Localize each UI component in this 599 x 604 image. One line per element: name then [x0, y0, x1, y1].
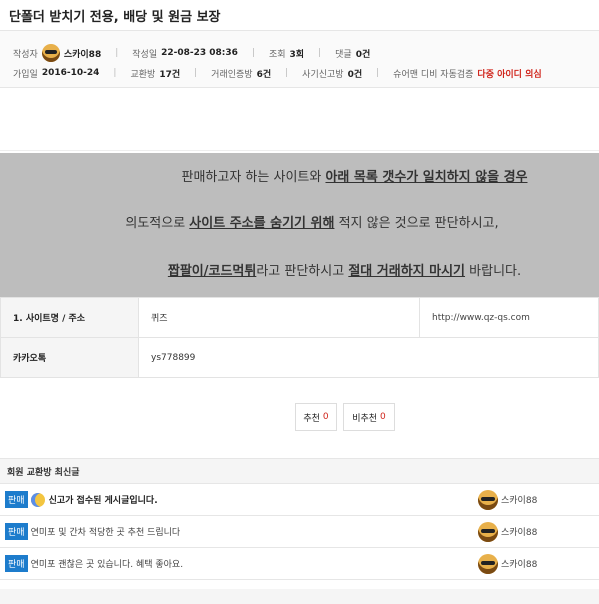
notice-text: 판매하고자 하는 사이트와: [181, 170, 326, 185]
post-body-blank: [0, 88, 599, 151]
list-item[interactable]: 판매 신고가 접수된 게시글입니다. 스카이88: [0, 484, 599, 516]
recent-posts-list: 판매 신고가 접수된 게시글입니다. 스카이88 판매 연미포 및 간차 적당한…: [0, 484, 599, 580]
exchange-label: 교환방: [130, 69, 156, 80]
item-author[interactable]: 스카이88: [478, 489, 538, 510]
comments-label: 댓글: [335, 49, 352, 60]
author-name: 스카이88: [501, 560, 538, 570]
warning-notice: 판매하고자 하는 사이트와 아래 목록 갯수가 일치하지 않을 경우 의도적으로…: [0, 153, 599, 297]
notice-emphasis: 짭팔이/코드먹튀: [167, 264, 257, 279]
comment-count: 0건: [355, 49, 371, 60]
not-recommend-button[interactable]: 비추천 0: [343, 403, 395, 431]
item-title[interactable]: 연미포 괜찮은 곳 있습니다. 혜택 좋아요.: [31, 557, 184, 570]
fraud-count: 0건: [347, 69, 363, 80]
list-item[interactable]: 판매 연미포 및 간차 적당한 곳 추천 드립니다 스카이88: [0, 516, 599, 548]
notice-line-2: 의도적으로 사이트 주소를 숨기기 위해 적지 않은 것으로 판단하시고,: [0, 212, 599, 231]
trade-proof-count: 6건: [256, 69, 272, 80]
separator: |: [113, 68, 117, 78]
site-row: 1. 사이트명 / 주소 퀴즈 http://www.qz-qs.com: [0, 297, 599, 338]
separator: |: [251, 48, 255, 58]
item-title[interactable]: 신고가 접수된 게시글입니다.: [49, 493, 158, 506]
recent-posts-heading: 회원 교환방 최신글: [0, 458, 599, 484]
not-recommend-count: 0: [380, 412, 386, 422]
sale-badge: 판매: [5, 555, 28, 572]
notice-line-3: 짭팔이/코드먹튀라고 판단하시고 절대 거래하지 마시기 바랍니다.: [0, 260, 599, 279]
post-date: 22-08-23 08:36: [161, 48, 238, 58]
author-name: 스카이88: [501, 496, 538, 506]
kakao-row: 카카오톡 ys778899: [0, 337, 599, 378]
not-recommend-label: 비추천: [352, 413, 378, 424]
joined-date: 2016-10-24: [41, 68, 100, 78]
notice-text: 적지 않은 것으로 판단하시고,: [334, 216, 499, 231]
notice-text: 바랍니다.: [465, 264, 522, 279]
author-avatar: [478, 489, 498, 510]
site-info-table: 1. 사이트명 / 주소 퀴즈 http://www.qz-qs.com 카카오…: [0, 297, 599, 378]
view-count: 3회: [289, 49, 305, 60]
kakao-label: 카카오톡: [0, 337, 139, 378]
item-title[interactable]: 연미포 및 간차 적당한 곳 추천 드립니다: [31, 525, 181, 538]
separator: |: [194, 68, 198, 78]
exchange-count: 17건: [159, 69, 181, 80]
fraud-label: 사기신고방: [302, 69, 344, 80]
author-name[interactable]: 스카이88: [64, 47, 101, 60]
notice-line-1: 판매하고자 하는 사이트와 아래 목록 갯수가 일치하지 않을 경우: [0, 166, 599, 185]
auto-check-result: 다중 아이디 의심: [477, 69, 542, 80]
meta-row-2: 가입일 2016-10-24 | 교환방 17건 | 거래인증방 6건 | 사기…: [13, 63, 599, 83]
trade-proof-label: 거래인증방: [211, 69, 253, 80]
sale-badge: 판매: [5, 523, 28, 540]
views-label: 조회: [268, 49, 286, 60]
item-author[interactable]: 스카이88: [478, 521, 538, 542]
recommend-count: 0: [322, 412, 329, 422]
recommend-label: 추천: [303, 413, 320, 424]
site-label: 1. 사이트명 / 주소: [0, 297, 139, 338]
notice-emphasis: 사이트 주소를 숨기기 위해: [189, 216, 335, 231]
joined-label: 가입일: [13, 69, 38, 80]
author-avatar: [478, 553, 498, 574]
author-label: 작성자: [13, 49, 38, 60]
post-title: 단폴더 받치기 전용, 배당 및 원금 보장: [0, 0, 599, 31]
site-url[interactable]: http://www.qz-qs.com: [419, 297, 599, 338]
sale-badge: 판매: [5, 491, 28, 508]
notice-emphasis: 아래 목록 갯수가 일치하지 않을 경우: [325, 170, 528, 185]
separator: |: [376, 68, 380, 78]
vote-buttons: 추천 0 비추천 0: [295, 403, 395, 431]
item-author[interactable]: 스카이88: [478, 553, 538, 574]
author-avatar[interactable]: [41, 44, 60, 62]
list-item[interactable]: 판매 연미포 괜찮은 곳 있습니다. 혜택 좋아요. 스카이88: [0, 548, 599, 580]
date-label: 작성일: [132, 49, 158, 60]
recommend-button[interactable]: 추천 0: [295, 403, 337, 431]
separator: |: [285, 68, 289, 78]
notice-text: 라고 판단하시고: [256, 264, 349, 279]
notice-text: 의도적으로: [125, 216, 190, 231]
author-avatar: [478, 521, 498, 542]
author-name: 스카이88: [501, 528, 538, 538]
post-meta: 작성자 스카이88 | 작성일 22-08-23 08:36 | 조회 3회 |…: [0, 31, 599, 88]
meta-row-1: 작성자 스카이88 | 작성일 22-08-23 08:36 | 조회 3회 |…: [13, 43, 599, 63]
footer-strip: [0, 589, 599, 604]
site-name: 퀴즈: [138, 297, 420, 338]
separator: |: [318, 48, 322, 58]
auto-check-label: 슈어맨 디비 자동검증: [393, 69, 474, 80]
report-icon: [30, 492, 45, 507]
separator: |: [115, 48, 119, 58]
notice-emphasis: 절대 거래하지 마시기: [348, 264, 466, 279]
kakao-id: ys778899: [138, 337, 599, 378]
